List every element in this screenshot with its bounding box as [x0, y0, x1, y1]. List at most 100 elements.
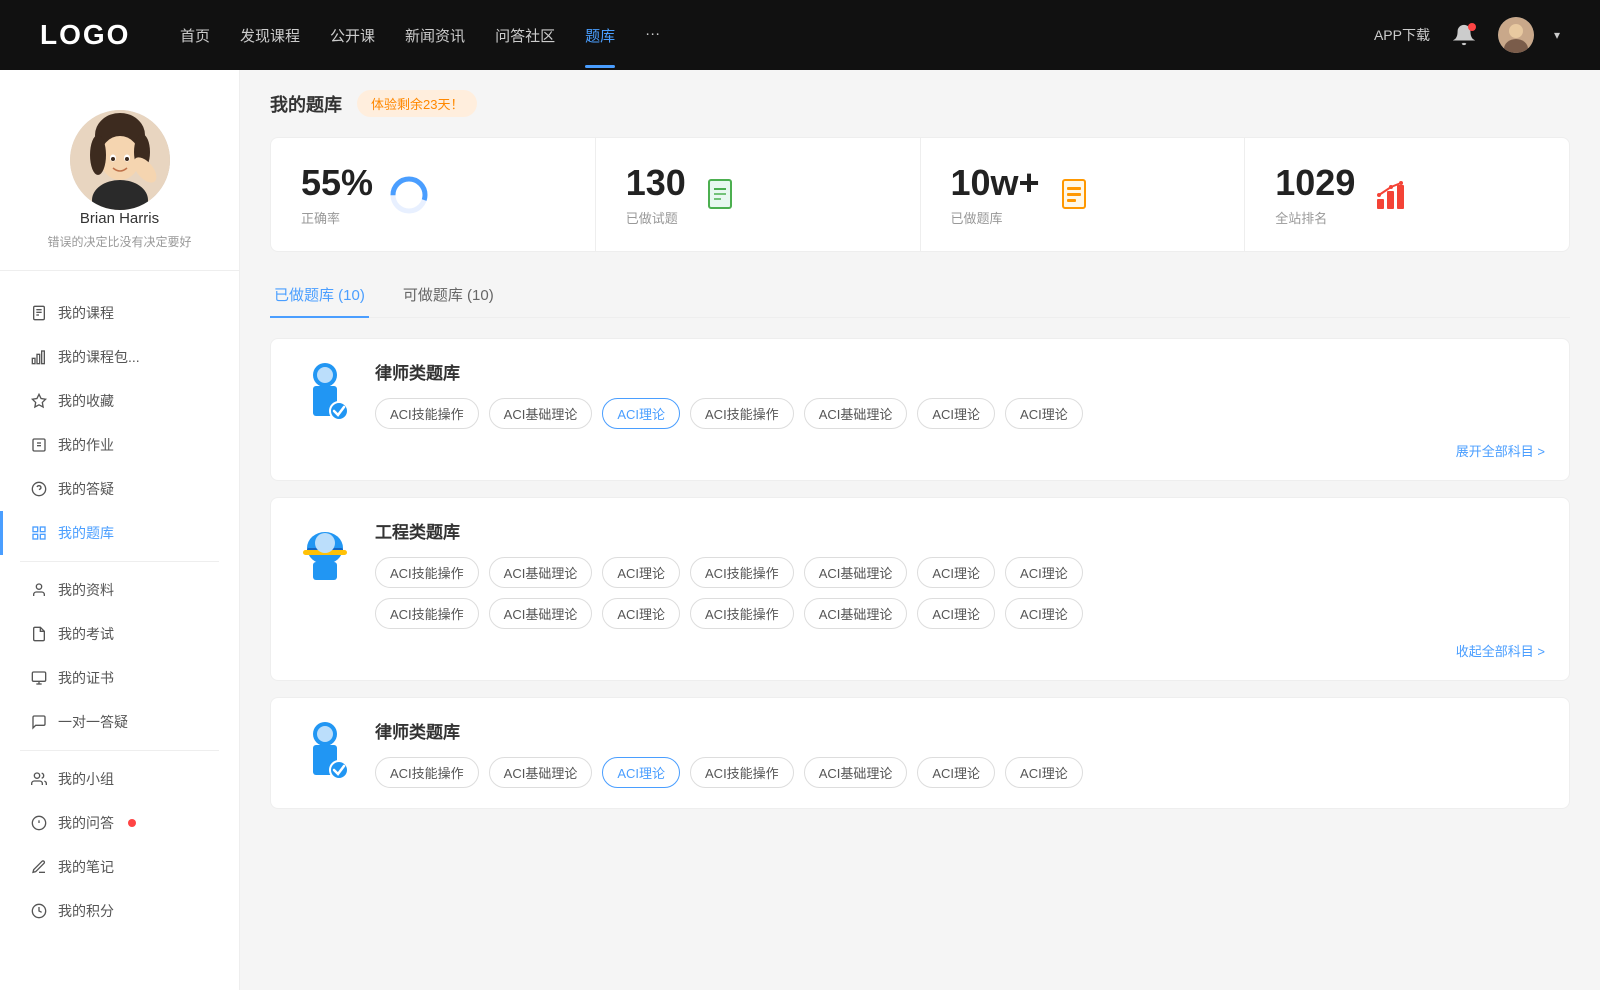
tag-0-5[interactable]: ACI理论 — [917, 398, 995, 429]
lawyer-icon-2 — [295, 718, 355, 788]
tag-0-6[interactable]: ACI理论 — [1005, 398, 1083, 429]
app-download-button[interactable]: APP下载 — [1374, 25, 1430, 45]
tag-2-5[interactable]: ACI理论 — [917, 757, 995, 788]
nav-home[interactable]: 首页 — [180, 21, 210, 50]
tag-1-r2-2[interactable]: ACI理论 — [602, 598, 680, 629]
group-icon — [30, 770, 48, 788]
sidebar-profile: Brian Harris 错误的决定比没有决定要好 — [0, 100, 239, 271]
nav-news[interactable]: 新闻资讯 — [405, 21, 465, 50]
user-dropdown-arrow[interactable]: ▾ — [1554, 28, 1560, 42]
profile-name: Brian Harris — [80, 210, 159, 227]
sidebar-item-1on1[interactable]: 一对一答疑 — [0, 700, 239, 744]
stat-correct-rate: 55% 正确率 — [271, 138, 596, 251]
sidebar-item-qa[interactable]: 我的答疑 — [0, 467, 239, 511]
sidebar-item-my-course[interactable]: 我的课程 — [0, 291, 239, 335]
sidebar-item-qbank[interactable]: 我的题库 — [0, 511, 239, 555]
sidebar-item-label: 我的资料 — [58, 580, 114, 600]
tag-2-3[interactable]: ACI技能操作 — [690, 757, 794, 788]
tag-2-1[interactable]: ACI基础理论 — [489, 757, 593, 788]
notification-bell[interactable] — [1450, 21, 1478, 49]
tab-done[interactable]: 已做题库 (10) — [270, 276, 369, 317]
engineer-icon-1 — [295, 518, 355, 588]
qbank-expand-0[interactable]: 展开全部科目 > — [375, 441, 1545, 460]
qbank-card-2: 律师类题库 ACI技能操作 ACI基础理论 ACI理论 ACI技能操作 ACI基… — [270, 697, 1570, 809]
sidebar-item-label: 我的题库 — [58, 523, 114, 543]
stat-label-banks: 已做题库 — [951, 208, 1040, 227]
tag-1-3[interactable]: ACI技能操作 — [690, 557, 794, 588]
qbank-card-0: 律师类题库 ACI技能操作 ACI基础理论 ACI理论 ACI技能操作 ACI基… — [270, 338, 1570, 481]
qbank-expand-1[interactable]: 收起全部科目 > — [375, 641, 1545, 660]
qbank-tags-1: ACI技能操作 ACI基础理论 ACI理论 ACI技能操作 ACI基础理论 AC… — [375, 557, 1545, 588]
sidebar-item-course-pkg[interactable]: 我的课程包... — [0, 335, 239, 379]
main-content: 我的题库 体验剩余23天！ 55% 正确率 — [240, 70, 1600, 990]
stats-row: 55% 正确率 130 已做试题 — [270, 137, 1570, 252]
tag-2-0[interactable]: ACI技能操作 — [375, 757, 479, 788]
qbank-title-1: 工程类题库 — [375, 518, 1545, 543]
sidebar: Brian Harris 错误的决定比没有决定要好 我的课程 我的课程包... — [0, 70, 240, 990]
tag-1-1[interactable]: ACI基础理论 — [489, 557, 593, 588]
user-avatar[interactable] — [1498, 17, 1534, 53]
nav-more[interactable]: ··· — [645, 21, 660, 50]
nav-qa[interactable]: 问答社区 — [495, 21, 555, 50]
sidebar-item-label: 我的积分 — [58, 901, 114, 921]
logo: LOGO — [40, 19, 140, 51]
tag-0-0[interactable]: ACI技能操作 — [375, 398, 479, 429]
qbank-tags-row2-1: ACI技能操作 ACI基础理论 ACI理论 ACI技能操作 ACI基础理论 AC… — [375, 598, 1545, 629]
tag-1-r2-1[interactable]: ACI基础理论 — [489, 598, 593, 629]
tag-0-4[interactable]: ACI基础理论 — [804, 398, 908, 429]
nav-discover[interactable]: 发现课程 — [240, 21, 300, 50]
sidebar-menu: 我的课程 我的课程包... 我的收藏 我的作业 — [0, 281, 239, 943]
star-icon — [30, 392, 48, 410]
tag-0-1[interactable]: ACI基础理论 — [489, 398, 593, 429]
tag-1-r2-3[interactable]: ACI技能操作 — [690, 598, 794, 629]
sidebar-item-my-qa[interactable]: 我的问答 — [0, 801, 239, 845]
doc-orange-icon — [1056, 175, 1096, 215]
chat-icon — [30, 713, 48, 731]
tag-1-4[interactable]: ACI基础理论 — [804, 557, 908, 588]
tag-1-6[interactable]: ACI理论 — [1005, 557, 1083, 588]
profile-motto: 错误的决定比没有决定要好 — [47, 233, 191, 250]
grid-icon — [30, 524, 48, 542]
tag-0-2[interactable]: ACI理论 — [602, 398, 680, 429]
nav-open-course[interactable]: 公开课 — [330, 21, 375, 50]
nav-qbank[interactable]: 题库 — [585, 21, 615, 50]
notification-badge — [1468, 23, 1476, 31]
sidebar-item-certificate[interactable]: 我的证书 — [0, 656, 239, 700]
sidebar-item-exam[interactable]: 我的考试 — [0, 612, 239, 656]
tag-2-6[interactable]: ACI理论 — [1005, 757, 1083, 788]
tag-0-3[interactable]: ACI技能操作 — [690, 398, 794, 429]
tag-1-2[interactable]: ACI理论 — [602, 557, 680, 588]
certificate-icon — [30, 669, 48, 687]
qa-badge — [128, 819, 136, 827]
stat-rank: 1029 全站排名 — [1245, 138, 1569, 251]
qbank-content-0: 律师类题库 ACI技能操作 ACI基础理论 ACI理论 ACI技能操作 ACI基… — [375, 359, 1545, 460]
qbank-title-0: 律师类题库 — [375, 359, 1545, 384]
sidebar-item-favorites[interactable]: 我的收藏 — [0, 379, 239, 423]
tag-1-r2-5[interactable]: ACI理论 — [917, 598, 995, 629]
qbank-tags-2: ACI技能操作 ACI基础理论 ACI理论 ACI技能操作 ACI基础理论 AC… — [375, 757, 1545, 788]
note-icon — [30, 858, 48, 876]
sidebar-item-label: 我的考试 — [58, 624, 114, 644]
tab-available[interactable]: 可做题库 (10) — [399, 276, 498, 317]
bar-chart-icon — [30, 348, 48, 366]
qbank-card-1: 工程类题库 ACI技能操作 ACI基础理论 ACI理论 ACI技能操作 ACI基… — [270, 497, 1570, 681]
profile-avatar — [70, 110, 170, 210]
tag-1-r2-4[interactable]: ACI基础理论 — [804, 598, 908, 629]
sidebar-item-profile[interactable]: 我的资料 — [0, 568, 239, 612]
tag-1-5[interactable]: ACI理论 — [917, 557, 995, 588]
tag-1-r2-6[interactable]: ACI理论 — [1005, 598, 1083, 629]
sidebar-item-group[interactable]: 我的小组 — [0, 757, 239, 801]
qbank-header-0: 律师类题库 ACI技能操作 ACI基础理论 ACI理论 ACI技能操作 ACI基… — [295, 359, 1545, 460]
sidebar-item-label: 我的证书 — [58, 668, 114, 688]
header-right: APP下载 ▾ — [1374, 17, 1560, 53]
tag-2-2[interactable]: ACI理论 — [602, 757, 680, 788]
homework-icon — [30, 436, 48, 454]
doc-icon — [30, 304, 48, 322]
sidebar-item-points[interactable]: 我的积分 — [0, 889, 239, 933]
sidebar-item-notes[interactable]: 我的笔记 — [0, 845, 239, 889]
sidebar-item-homework[interactable]: 我的作业 — [0, 423, 239, 467]
header: LOGO 首页 发现课程 公开课 新闻资讯 问答社区 题库 ··· APP下载 … — [0, 0, 1600, 70]
tag-2-4[interactable]: ACI基础理论 — [804, 757, 908, 788]
tag-1-r2-0[interactable]: ACI技能操作 — [375, 598, 479, 629]
tag-1-0[interactable]: ACI技能操作 — [375, 557, 479, 588]
